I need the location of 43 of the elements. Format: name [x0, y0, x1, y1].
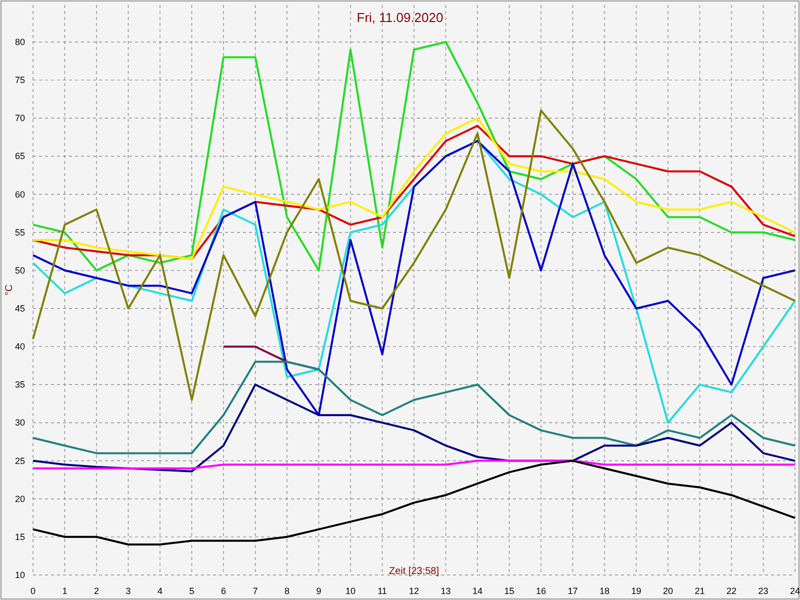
x-tick-label: 4 — [158, 586, 162, 596]
y-tick-label: 25 — [14, 456, 25, 466]
x-tick-label: 20 — [663, 586, 673, 596]
x-tick-label: 17 — [568, 586, 578, 596]
y-tick-label: 40 — [14, 342, 25, 352]
x-tick-label: 15 — [504, 586, 514, 596]
chart-title: Fri, 11.09.2020 — [356, 10, 444, 25]
x-tick-label: 3 — [126, 586, 131, 596]
x-tick-label: 12 — [409, 586, 419, 596]
x-tick-label: 5 — [189, 586, 194, 596]
x-tick-label: 21 — [694, 586, 705, 596]
y-axis-label: °C — [4, 284, 15, 296]
x-tick-label: 22 — [726, 586, 736, 596]
y-tick-label: 35 — [14, 380, 25, 390]
x-tick-label: 8 — [284, 586, 290, 596]
y-tick-label: 45 — [14, 304, 25, 314]
y-tick-label: 70 — [14, 113, 25, 124]
x-tick-label: 0 — [30, 586, 36, 596]
x-tick-label: 19 — [631, 586, 642, 596]
x-tick-label: 14 — [472, 586, 482, 596]
x-axis-label: Zeit [23:58] — [388, 566, 440, 577]
y-tick-label: 60 — [14, 189, 25, 200]
x-tick-label: 23 — [758, 586, 768, 596]
y-tick-label: 30 — [14, 418, 25, 428]
x-tick-label: 2 — [94, 586, 99, 596]
x-tick-label: 7 — [252, 586, 258, 596]
x-tick-label: 10 — [346, 586, 356, 596]
x-tick-label: 1 — [62, 586, 68, 596]
y-tick-label: 50 — [14, 265, 25, 276]
y-tick-label: 65 — [14, 151, 25, 162]
x-tick-label: 9 — [316, 586, 322, 596]
x-tick-label: 11 — [378, 586, 387, 596]
y-tick-label: 10 — [14, 570, 25, 580]
y-tick-label: 75 — [14, 75, 25, 86]
y-tick-label: 15 — [14, 532, 25, 542]
x-tick-label: 16 — [536, 586, 546, 596]
x-tick-label: 13 — [440, 586, 451, 596]
y-tick-label: 20 — [14, 494, 25, 504]
x-tick-label: 18 — [600, 586, 610, 596]
x-tick-label: 6 — [221, 586, 226, 596]
y-tick-label: 55 — [14, 227, 25, 238]
y-tick-label: 80 — [14, 37, 25, 47]
x-tick-label: 24 — [790, 586, 800, 596]
